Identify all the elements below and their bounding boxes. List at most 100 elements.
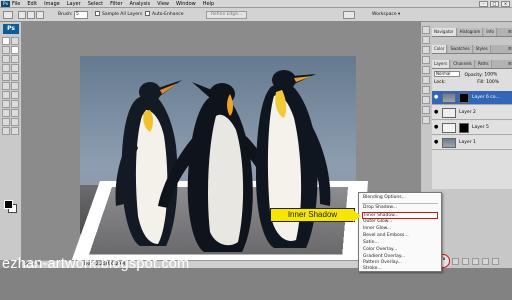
refine-edge-button[interactable]: Refine Edge... xyxy=(206,11,248,19)
foreground-color-swatch[interactable] xyxy=(4,200,13,209)
layer-mask-thumbnail[interactable] xyxy=(459,123,469,133)
quick-selection-tool-icon[interactable] xyxy=(3,11,13,19)
brushes-panel-icon[interactable] xyxy=(422,46,430,54)
menu-item-outer-glow[interactable]: Outer Glow... xyxy=(362,219,438,226)
layer-name[interactable]: Layer 2 xyxy=(459,110,476,116)
layer-name[interactable]: Layer 5 xyxy=(472,125,489,131)
actions-panel-icon[interactable] xyxy=(422,36,430,44)
new-layer-icon[interactable] xyxy=(482,258,489,265)
type-tool-icon[interactable] xyxy=(11,100,19,108)
menu-view[interactable]: View xyxy=(157,1,169,7)
brush-size-picker[interactable]: 5 xyxy=(74,11,88,19)
hand-tool-icon[interactable] xyxy=(2,127,10,135)
move-tool-icon[interactable] xyxy=(2,37,10,45)
workspace-dropdown[interactable]: Workspace ▾ xyxy=(372,11,400,19)
layer-name[interactable]: Layer 1 xyxy=(459,140,476,146)
tab-channels[interactable]: Channels xyxy=(451,60,475,68)
menu-item-drop-shadow[interactable]: Drop Shadow... xyxy=(362,205,438,212)
trash-icon[interactable] xyxy=(492,258,499,265)
brush-tool-icon[interactable] xyxy=(11,64,19,72)
character-panel-icon[interactable] xyxy=(422,66,430,74)
blend-mode-select[interactable]: Normal xyxy=(434,71,460,77)
tab-swatches[interactable]: Swatches xyxy=(448,45,473,53)
marquee-tool-icon[interactable] xyxy=(11,37,19,45)
3d-orbit-tool-icon[interactable] xyxy=(11,118,19,126)
menu-filter[interactable]: Filter xyxy=(110,1,122,7)
menu-edit[interactable]: Edit xyxy=(27,1,37,7)
blur-tool-icon[interactable] xyxy=(2,91,10,99)
panel-menu-icon[interactable]: ≡ xyxy=(508,46,512,52)
new-selection-icon[interactable] xyxy=(18,11,26,19)
pen-tool-icon[interactable] xyxy=(2,100,10,108)
menu-layer[interactable]: Layer xyxy=(67,1,81,7)
clone-stamp-tool-icon[interactable] xyxy=(2,73,10,81)
panel-menu-icon[interactable]: ≡ xyxy=(508,61,512,67)
layer-name[interactable]: Layer 6 co... xyxy=(472,95,500,101)
paragraph-panel-icon[interactable] xyxy=(422,76,430,84)
menu-item-inner-glow[interactable]: Inner Glow... xyxy=(362,226,438,233)
maximize-button[interactable]: □ xyxy=(490,1,499,7)
adjustment-layer-icon[interactable] xyxy=(462,258,469,265)
eyedropper-tool-icon[interactable] xyxy=(11,55,19,63)
tab-navigator[interactable]: Navigator xyxy=(432,28,457,36)
layer-row[interactable]: ● Layer 1 xyxy=(432,136,512,150)
3d-rotate-tool-icon[interactable] xyxy=(2,118,10,126)
shape-tool-icon[interactable] xyxy=(11,109,19,117)
dodge-tool-icon[interactable] xyxy=(11,91,19,99)
menu-select[interactable]: Select xyxy=(88,1,103,7)
minimize-button[interactable]: – xyxy=(479,1,488,7)
crop-tool-icon[interactable] xyxy=(2,55,10,63)
menu-item-stroke[interactable]: Stroke... xyxy=(362,266,438,273)
lasso-tool-icon[interactable] xyxy=(2,46,10,54)
menu-help[interactable]: Help xyxy=(203,1,214,7)
subtract-selection-icon[interactable] xyxy=(36,11,44,19)
auto-enhance-checkbox[interactable]: Auto-Enhance xyxy=(145,11,184,19)
panel-menu-icon[interactable]: ≡ xyxy=(508,29,512,35)
layer-row[interactable]: ● Layer 2 xyxy=(432,106,512,120)
zoom-tool-icon[interactable] xyxy=(11,127,19,135)
tab-histogram[interactable]: Histogram xyxy=(457,28,484,36)
tab-paths[interactable]: Paths xyxy=(475,60,492,68)
add-selection-icon[interactable] xyxy=(27,11,35,19)
tool-presets-panel-icon[interactable] xyxy=(422,86,430,94)
history-panel-icon[interactable] xyxy=(422,26,430,34)
menu-file[interactable]: File xyxy=(12,1,20,7)
add-mask-icon[interactable] xyxy=(452,258,459,265)
fill-value[interactable]: 100% xyxy=(486,80,499,85)
visibility-eye-icon[interactable]: ● xyxy=(434,140,439,145)
menu-item-color-overlay[interactable]: Color Overlay... xyxy=(362,247,438,254)
menu-item-bevel-emboss[interactable]: Bevel and Emboss... xyxy=(362,233,438,240)
history-brush-tool-icon[interactable] xyxy=(11,73,19,81)
visibility-eye-icon[interactable]: ● xyxy=(434,95,439,100)
masks-panel-icon[interactable] xyxy=(422,96,430,104)
healing-brush-tool-icon[interactable] xyxy=(2,64,10,72)
eraser-tool-icon[interactable] xyxy=(2,82,10,90)
layer-mask-thumbnail[interactable] xyxy=(459,93,469,103)
menu-analysis[interactable]: Analysis xyxy=(130,1,151,7)
path-selection-tool-icon[interactable] xyxy=(2,109,10,117)
menu-item-blending-options[interactable]: Blending Options... xyxy=(362,195,438,202)
menu-item-satin[interactable]: Satin... xyxy=(362,240,438,247)
layer-row[interactable]: ● Layer 5 xyxy=(432,121,512,135)
gradient-tool-icon[interactable] xyxy=(11,82,19,90)
3d-panel-icon[interactable] xyxy=(422,116,430,124)
new-group-icon[interactable] xyxy=(472,258,479,265)
sample-all-layers-checkbox[interactable]: Sample All Layers xyxy=(95,11,142,19)
tab-styles[interactable]: Styles xyxy=(473,45,491,53)
quick-selection-tool-icon[interactable] xyxy=(11,46,19,54)
tab-layers[interactable]: Layers xyxy=(432,60,451,68)
panel-toggle-icon[interactable] xyxy=(343,11,355,19)
adjustments-panel-icon[interactable] xyxy=(422,106,430,114)
close-button[interactable]: × xyxy=(501,1,510,7)
menu-item-inner-shadow[interactable]: Inner Shadow... xyxy=(362,212,438,219)
tab-color[interactable]: Color xyxy=(432,45,448,53)
menu-window[interactable]: Window xyxy=(176,1,196,7)
tab-info[interactable]: Info xyxy=(484,28,497,36)
visibility-eye-icon[interactable]: ● xyxy=(434,110,439,115)
menu-separator xyxy=(362,203,438,204)
opacity-value[interactable]: 100% xyxy=(484,73,497,78)
layer-row[interactable]: ● Layer 6 co... xyxy=(432,91,512,105)
menu-image[interactable]: Image xyxy=(44,1,60,7)
clone-source-panel-icon[interactable] xyxy=(422,56,430,64)
visibility-eye-icon[interactable]: ● xyxy=(434,125,439,130)
